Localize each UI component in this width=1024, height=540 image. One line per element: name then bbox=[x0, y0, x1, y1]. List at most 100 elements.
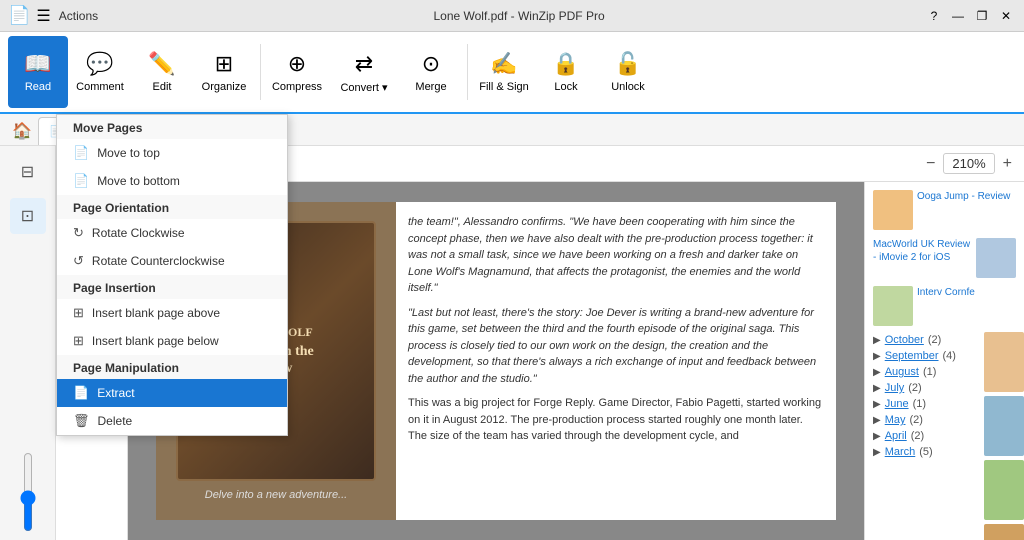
home-button[interactable]: 🏠 bbox=[8, 117, 36, 145]
compress-icon: ⊕ bbox=[288, 51, 306, 77]
arrow-icon-may: ▶ bbox=[873, 415, 881, 426]
menu-item-move-bottom[interactable]: 📄 Move to bottom bbox=[57, 167, 287, 195]
ribbon-lock[interactable]: 🔒 Lock bbox=[536, 36, 596, 108]
archive-september-link[interactable]: September bbox=[885, 350, 939, 362]
ribbon: 📖 Read 💬 Comment ✏️ Edit ⊞ Organize ⊕ Co… bbox=[0, 32, 1024, 114]
ribbon-unlock[interactable]: 🔓 Unlock bbox=[598, 36, 658, 108]
arrow-icon-july: ▶ bbox=[873, 383, 881, 394]
pdf-text-block-1: the team!", Alessandro confirms. "We hav… bbox=[408, 214, 824, 297]
pdf-text-block-3: This was a big project for Forge Reply. … bbox=[408, 395, 824, 445]
menu-item-delete[interactable]: 🗑 Delete bbox=[57, 407, 287, 435]
organize-label: Organize bbox=[202, 81, 247, 93]
menu-section-insertion: Page Insertion bbox=[57, 275, 287, 299]
rotate-cw-icon: ↻ bbox=[73, 225, 84, 241]
menu-label-rotate-cw: Rotate Clockwise bbox=[92, 226, 185, 240]
menu-item-insert-below[interactable]: ⊞ Insert blank page below bbox=[57, 327, 287, 355]
app-icon: 📄 bbox=[8, 5, 30, 26]
organize-icon: ⊞ bbox=[215, 51, 233, 77]
ribbon-compress[interactable]: ⊕ Compress bbox=[267, 36, 327, 108]
lock-label: Lock bbox=[554, 81, 577, 93]
menu-item-rotate-cw[interactable]: ↻ Rotate Clockwise bbox=[57, 219, 287, 247]
title-bar: 📄 ☰ Actions Lone Wolf.pdf - WinZip PDF P… bbox=[0, 0, 1024, 32]
thumbnails-button[interactable]: ⊡ bbox=[10, 198, 46, 234]
zoom-slider[interactable] bbox=[16, 452, 40, 532]
ribbon-organize[interactable]: ⊞ Organize bbox=[194, 36, 254, 108]
menu-item-rotate-ccw[interactable]: ↺ Rotate Counterclockwise bbox=[57, 247, 287, 275]
read-icon: 📖 bbox=[24, 51, 51, 77]
fill-sign-icon: ✍ bbox=[490, 51, 517, 77]
right-sidebar: Ooga Jump - Review MacWorld UK Review - … bbox=[864, 182, 1024, 540]
ribbon-convert[interactable]: ⇄ Convert ▾ bbox=[329, 36, 399, 108]
insert-above-icon: ⊞ bbox=[73, 305, 84, 321]
menu-label-insert-above: Insert blank page above bbox=[92, 306, 220, 320]
move-bottom-icon: 📄 bbox=[73, 173, 89, 189]
zoom-in-button[interactable]: + bbox=[1003, 155, 1012, 173]
convert-icon: ⇄ bbox=[355, 51, 373, 77]
arrow-icon-april: ▶ bbox=[873, 431, 881, 442]
blog-title-1[interactable]: Ooga Jump - Review bbox=[917, 190, 1010, 203]
arrow-icon-october: ▶ bbox=[873, 335, 881, 346]
archive-may-link[interactable]: May bbox=[885, 414, 906, 426]
insert-below-icon: ⊞ bbox=[73, 333, 84, 349]
ribbon-comment[interactable]: 💬 Comment bbox=[70, 36, 130, 108]
pdf-text-area: the team!", Alessandro confirms. "We hav… bbox=[396, 202, 836, 520]
menu-label-move-top: Move to top bbox=[97, 146, 160, 160]
archive-july-link[interactable]: July bbox=[885, 382, 905, 394]
edit-label: Edit bbox=[153, 81, 172, 93]
menu-item-insert-above[interactable]: ⊞ Insert blank page above bbox=[57, 299, 287, 327]
archive-august-count: (1) bbox=[923, 366, 936, 378]
archive-march-link[interactable]: March bbox=[885, 446, 916, 458]
move-top-icon: 📄 bbox=[73, 145, 89, 161]
dropdown-menu: Move Pages 📄 Move to top 📄 Move to botto… bbox=[56, 114, 288, 436]
archive-april-link[interactable]: April bbox=[885, 430, 907, 442]
ribbon-merge[interactable]: ⊙ Merge bbox=[401, 36, 461, 108]
archive-june-link[interactable]: June bbox=[885, 398, 909, 410]
minimize-button[interactable]: — bbox=[948, 6, 968, 26]
menu-item-extract[interactable]: 📄 Extract bbox=[57, 379, 287, 407]
right-edge-images bbox=[984, 332, 1024, 540]
ribbon-edit[interactable]: ✏️ Edit bbox=[132, 36, 192, 108]
toggle-panel-button[interactable]: ⊟ bbox=[10, 154, 46, 190]
unlock-label: Unlock bbox=[611, 81, 645, 93]
title-bar-title: Lone Wolf.pdf - WinZip PDF Pro bbox=[114, 9, 924, 23]
comment-label: Comment bbox=[76, 81, 124, 93]
zoom-out-button[interactable]: − bbox=[926, 155, 935, 173]
comment-icon: 💬 bbox=[86, 51, 113, 77]
menu-label-move-bottom: Move to bottom bbox=[97, 174, 180, 188]
window-controls: ? — ❐ ✕ bbox=[924, 6, 1016, 26]
menu-section-move-pages: Move Pages bbox=[57, 115, 287, 139]
archive-april-count: (2) bbox=[911, 430, 924, 442]
zoom-value[interactable]: 210% bbox=[943, 153, 994, 174]
menu-label-extract: Extract bbox=[97, 386, 134, 400]
arrow-icon-september: ▶ bbox=[873, 351, 881, 362]
archive-may-count: (2) bbox=[909, 414, 922, 426]
help-button[interactable]: ? bbox=[924, 6, 944, 26]
ribbon-fill-sign[interactable]: ✍ Fill & Sign bbox=[474, 36, 534, 108]
blog-item-1: Ooga Jump - Review bbox=[873, 190, 1016, 230]
archive-october-link[interactable]: October bbox=[885, 334, 924, 346]
merge-label: Merge bbox=[415, 81, 446, 93]
menu-label-insert-below: Insert blank page below bbox=[92, 334, 219, 348]
menu-item-move-top[interactable]: 📄 Move to top bbox=[57, 139, 287, 167]
blog-thumb-3 bbox=[873, 286, 913, 326]
hamburger-icon[interactable]: ☰ bbox=[36, 6, 50, 26]
sidebar-left: ⊟ ⊡ bbox=[0, 146, 56, 540]
edit-icon: ✏️ bbox=[148, 51, 175, 77]
actions-menu[interactable]: Actions bbox=[59, 9, 98, 23]
restore-button[interactable]: ❐ bbox=[972, 6, 992, 26]
merge-icon: ⊙ bbox=[422, 51, 440, 77]
blog-title-3[interactable]: Interv Cornfe bbox=[917, 286, 975, 299]
ribbon-read[interactable]: 📖 Read bbox=[8, 36, 68, 108]
rotate-ccw-icon: ↺ bbox=[73, 253, 84, 269]
close-button[interactable]: ✕ bbox=[996, 6, 1016, 26]
pdf-text-block-2: "Last but not least, there's the story: … bbox=[408, 305, 824, 388]
archive-august-link[interactable]: August bbox=[885, 366, 919, 378]
blog-thumb-2 bbox=[976, 238, 1016, 278]
ribbon-divider-2 bbox=[467, 44, 468, 100]
menu-label-delete: Delete bbox=[98, 414, 133, 428]
menu-section-orientation: Page Orientation bbox=[57, 195, 287, 219]
blog-title-2[interactable]: MacWorld UK Review - iMovie 2 for iOS bbox=[873, 238, 972, 264]
ribbon-divider-1 bbox=[260, 44, 261, 100]
fill-sign-label: Fill & Sign bbox=[479, 81, 529, 93]
arrow-icon-august: ▶ bbox=[873, 367, 881, 378]
